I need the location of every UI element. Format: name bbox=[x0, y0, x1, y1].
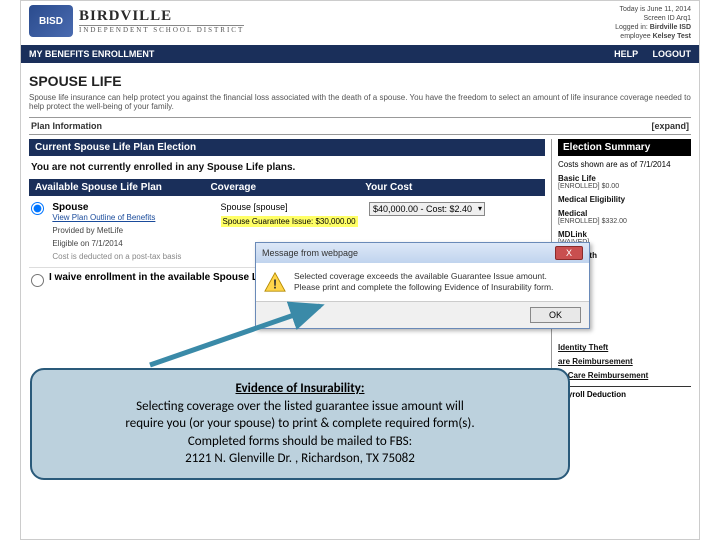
not-enrolled-text: You are not currently enrolled in any Sp… bbox=[29, 156, 545, 179]
summary-asof: Costs shown are as of 7/1/2014 bbox=[558, 160, 671, 169]
svg-text:!: ! bbox=[273, 276, 277, 291]
sum-medical-s: [ENROLLED] $332.00 bbox=[558, 218, 691, 225]
header: BISD BIRDVILLE INDEPENDENT SCHOOL DISTRI… bbox=[21, 1, 699, 45]
meta-screen: Arq1 bbox=[676, 15, 691, 22]
nav-logout[interactable]: LOGOUT bbox=[653, 49, 692, 59]
callout-l2: require you (or your spouse) to print & … bbox=[46, 415, 554, 433]
meta-emp: Kelsey Test bbox=[653, 33, 691, 40]
dialog-titlebar: Message from webpage X bbox=[256, 243, 589, 263]
dialog-line1: Selected coverage exceeds the available … bbox=[294, 271, 553, 282]
plan-name: Spouse bbox=[52, 202, 212, 213]
plan-basis: Cost is deducted on a post-tax basis bbox=[52, 252, 212, 261]
col-plan-header: Available Spouse Life Plan bbox=[29, 179, 204, 196]
sum-identity[interactable]: Identity Theft bbox=[558, 343, 691, 352]
content: SPOUSE LIFE Spouse life insurance can he… bbox=[21, 63, 699, 405]
col-cost-header: Your Cost bbox=[359, 179, 545, 196]
plan-radio-spouse[interactable] bbox=[31, 202, 44, 215]
intro-text: Spouse life insurance can help protect y… bbox=[29, 93, 691, 111]
nav-left[interactable]: MY BENEFITS ENROLLMENT bbox=[29, 49, 154, 59]
guarantee-issue: Spouse Guarantee Issue: $30,000.00 bbox=[221, 216, 358, 227]
dialog-line2: Please print and complete the following … bbox=[294, 282, 553, 293]
available-header: Available Spouse Life Plan Coverage Your… bbox=[29, 179, 545, 196]
logo-main: BIRDVILLE bbox=[79, 8, 244, 25]
sum-link1[interactable]: are Reimbursement bbox=[558, 357, 691, 366]
callout-l4: 2121 N. Glenville Dr. , Richardson, TX 7… bbox=[46, 450, 554, 468]
summary-title: Election Summary bbox=[558, 139, 691, 156]
plan-provided: Provided by MetLife bbox=[52, 226, 212, 235]
meta-today-label: Today is bbox=[620, 6, 646, 13]
coverage-select[interactable]: $40,000.00 - Cost: $2.40 bbox=[369, 202, 485, 216]
meta-logged-label: Logged in: bbox=[615, 24, 648, 31]
plan-info-bar[interactable]: Plan Information [expand] bbox=[29, 117, 691, 135]
col-coverage-header: Coverage bbox=[204, 179, 359, 196]
dialog-title: Message from webpage bbox=[262, 248, 358, 258]
view-plan-link[interactable]: View Plan Outline of Benefits bbox=[52, 213, 212, 222]
plan-info-label: Plan Information bbox=[31, 121, 102, 131]
current-election-bar: Current Spouse Life Plan Election bbox=[29, 139, 545, 156]
expand-link[interactable]: [expand] bbox=[651, 121, 689, 131]
sum-basic-life: Basic Life bbox=[558, 174, 691, 183]
callout-title: Evidence of Insurability: bbox=[46, 380, 554, 398]
callout-l1: Selecting coverage over the listed guara… bbox=[46, 398, 554, 416]
logo-sub: INDEPENDENT SCHOOL DISTRICT bbox=[79, 25, 244, 34]
warning-icon: ! bbox=[264, 271, 286, 293]
sum-med-elig: Medical Eligibility bbox=[558, 195, 691, 204]
navbar: MY BENEFITS ENROLLMENT HELP LOGOUT bbox=[21, 45, 699, 63]
coverage-label: Spouse [spouse] bbox=[221, 202, 361, 212]
meta-emp-label: employee bbox=[620, 33, 650, 40]
plan-eligible: Eligible on 7/1/2014 bbox=[52, 239, 212, 248]
sum-payroll: Payroll Deduction bbox=[558, 386, 691, 399]
message-dialog: Message from webpage X ! Selected covera… bbox=[255, 242, 590, 329]
meta-logged: Birdville ISD bbox=[650, 24, 691, 31]
page-title: SPOUSE LIFE bbox=[29, 73, 691, 89]
callout-l3: Completed forms should be mailed to FBS: bbox=[46, 433, 554, 451]
dialog-close-button[interactable]: X bbox=[555, 246, 583, 260]
logo: BISD BIRDVILLE INDEPENDENT SCHOOL DISTRI… bbox=[29, 5, 244, 37]
sum-basic-life-s: [ENROLLED] $0.00 bbox=[558, 183, 691, 190]
plan-radio-waive[interactable] bbox=[31, 274, 44, 287]
dialog-message: Selected coverage exceeds the available … bbox=[294, 271, 553, 293]
evidence-callout: Evidence of Insurability: Selecting cove… bbox=[30, 368, 570, 480]
sum-link2[interactable]: n: Care Reimbursement bbox=[558, 371, 691, 380]
nav-help[interactable]: HELP bbox=[614, 49, 638, 59]
meta-today: June 11, 2014 bbox=[647, 6, 691, 13]
sum-medical: Medical bbox=[558, 209, 691, 218]
logo-badge: BISD bbox=[29, 5, 73, 37]
header-meta: Today is June 11, 2014 Screen ID Arq1 Lo… bbox=[615, 5, 691, 41]
dialog-ok-button[interactable]: OK bbox=[530, 307, 581, 323]
sum-mdlink: MDLink bbox=[558, 230, 691, 239]
meta-screen-label: Screen ID bbox=[644, 15, 675, 22]
